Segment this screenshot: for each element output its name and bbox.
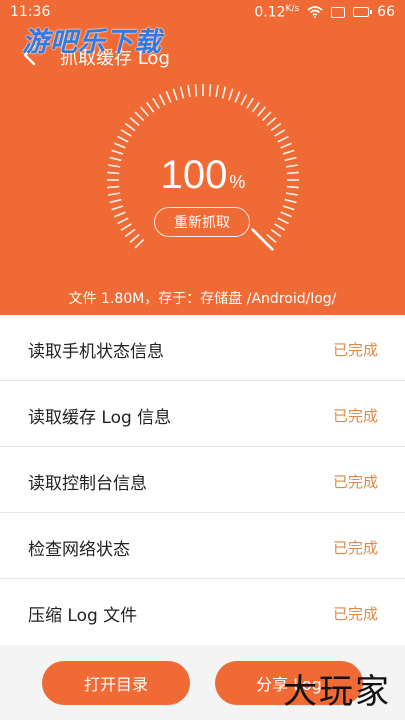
- gauge-tick: [280, 211, 292, 218]
- gauge-tick: [179, 86, 185, 99]
- gauge-needle: [251, 228, 274, 251]
- task-label: 读取控制台信息: [28, 474, 147, 494]
- gauge-tick: [280, 142, 292, 149]
- task-label: 读取手机状态信息: [28, 342, 164, 362]
- task-status: 已完成: [332, 605, 378, 623]
- task-list: 读取手机状态信息 已完成 读取缓存 Log 信息 已完成 读取控制台信息 已完成…: [0, 315, 405, 645]
- gauge-tick: [129, 117, 140, 127]
- task-status: 已完成: [332, 473, 378, 491]
- gauge-tick: [158, 94, 166, 106]
- task-label: 压缩 Log 文件: [28, 606, 138, 626]
- gauge-tick: [114, 142, 126, 149]
- gauge-tick: [277, 135, 289, 143]
- gauge-tick: [261, 111, 272, 122]
- task-item-cache-log: 读取缓存 Log 信息 已完成: [0, 381, 405, 447]
- gauge-tick: [208, 84, 212, 97]
- battery-icon: [353, 7, 373, 18]
- gauge-tick: [215, 85, 219, 98]
- gauge-tick: [187, 85, 191, 98]
- task-status: 已完成: [332, 341, 378, 359]
- task-item-phone-status: 读取手机状态信息 已完成: [0, 315, 405, 381]
- task-item-compress: 压缩 Log 文件 已完成: [0, 579, 405, 645]
- gauge-tick: [266, 233, 277, 243]
- gauge-tick: [274, 129, 286, 137]
- gauge-tick: [221, 86, 227, 99]
- gauge-tick: [240, 94, 248, 106]
- gauge-tick: [117, 135, 129, 143]
- gauge-tick: [152, 97, 160, 109]
- recapture-button[interactable]: 重新抓取: [154, 207, 250, 237]
- gauge-tick: [234, 91, 241, 103]
- gauge-tick: [109, 198, 122, 204]
- gauge-tick: [111, 205, 124, 211]
- gauge-tick: [124, 228, 136, 238]
- gauge-tick: [270, 228, 282, 238]
- gauge-tick: [120, 129, 132, 137]
- gauge-tick: [134, 111, 145, 122]
- task-status: 已完成: [332, 539, 378, 557]
- task-item-console: 读取控制台信息 已完成: [0, 447, 405, 513]
- gauge-tick: [165, 91, 172, 103]
- task-status: 已完成: [332, 407, 378, 425]
- gauge-tick: [256, 106, 266, 117]
- gauge-tick: [282, 205, 295, 211]
- gauge-tick: [145, 101, 155, 113]
- battery-level: 66: [377, 4, 395, 21]
- network-speed: 0.12K/s: [254, 4, 299, 21]
- gauge-tick: [117, 217, 129, 225]
- file-info: 文件 1.80M，存于：存储盘 /Android/log/: [68, 291, 337, 307]
- gauge-tick: [277, 217, 289, 225]
- gauge-tick: [246, 97, 254, 109]
- watermark-text: 大玩家: [283, 672, 391, 712]
- status-indicators: 0.12K/s 66: [254, 4, 395, 21]
- gauge-tick: [140, 106, 150, 117]
- task-label: 检查网络状态: [28, 540, 130, 560]
- gauge-tick: [172, 88, 178, 101]
- task-item-network: 检查网络状态 已完成: [0, 513, 405, 579]
- task-label: 读取缓存 Log 信息: [28, 408, 172, 428]
- gauge-tick: [228, 88, 234, 101]
- progress-unit: %: [229, 172, 246, 192]
- gauge-tick: [134, 238, 145, 249]
- gauge-tick: [251, 101, 261, 113]
- status-time: 11:36: [10, 4, 51, 20]
- gauge-tick: [129, 233, 140, 243]
- gauge-tick: [120, 223, 132, 231]
- gauge-tick: [274, 223, 286, 231]
- gauge-tick: [270, 122, 282, 132]
- progress-gauge: 100% 重新抓取: [92, 80, 314, 270]
- network-speed-value: 0.12: [254, 4, 286, 21]
- wifi-icon: [307, 6, 323, 19]
- progress-value: 100: [160, 153, 228, 197]
- gauge-tick: [266, 117, 277, 127]
- gauge-tick: [114, 211, 126, 218]
- open-directory-button[interactable]: 打开目录: [42, 661, 190, 705]
- progress-percent: 100%: [92, 153, 314, 198]
- sim-card-icon: [331, 6, 346, 18]
- gauge-tick: [284, 198, 297, 204]
- gauge-tick: [124, 122, 136, 132]
- gauge-tick: [194, 84, 198, 97]
- watermark-logo: 游吧乐下载: [22, 27, 162, 58]
- network-speed-unit: K/s: [285, 4, 300, 14]
